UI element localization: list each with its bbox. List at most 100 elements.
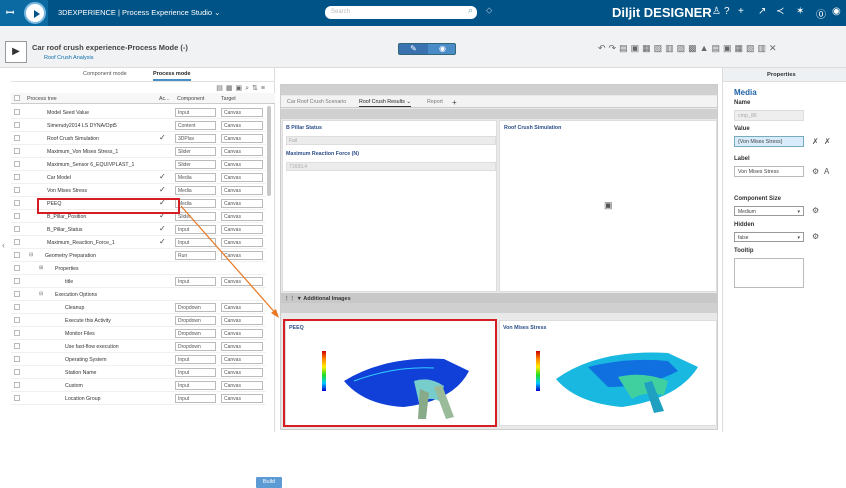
component-select[interactable]: Dropdown — [175, 303, 216, 312]
component-select[interactable]: Run — [175, 251, 216, 260]
value-field[interactable]: {Von Mises Stress} — [734, 136, 804, 147]
row-checkbox[interactable] — [14, 187, 20, 193]
row-name[interactable]: Location Group — [65, 396, 100, 402]
target-select[interactable]: Canvas — [221, 225, 263, 234]
row-checkbox[interactable] — [14, 356, 20, 362]
table-row[interactable]: Use fast-flow execution Dropdown Canvas — [11, 340, 266, 353]
table-row[interactable]: Cleanup Dropdown Canvas — [11, 301, 266, 314]
table-row[interactable]: Maximum_Sensor 6_EQUIVPLAST_1 Slider Canva… — [11, 158, 266, 171]
target-select[interactable]: Canvas — [221, 277, 263, 286]
target-select[interactable]: Canvas — [221, 134, 263, 143]
component-select[interactable]: Slider — [175, 160, 216, 169]
translate-icon[interactable]: A — [824, 167, 829, 176]
additional-images-label[interactable]: ⋮⋮ ▼ Additional Images — [284, 296, 351, 302]
component-size-select[interactable]: Medium ▾ — [734, 206, 804, 216]
row-name[interactable]: Simerudy2014 LS DYNA/Opt5 — [47, 123, 117, 129]
user-icon[interactable]: ♙ — [712, 6, 721, 17]
add-icon[interactable]: + — [738, 6, 744, 17]
header-toolbar[interactable]: ↶↷▤▣▦▧▥▨▩▲▤▣▦▧▥✕ — [598, 43, 780, 54]
row-name[interactable]: Geometry Preparation — [45, 253, 96, 259]
tree-scrollbar[interactable] — [267, 106, 271, 196]
row-name[interactable]: Custom — [65, 383, 83, 389]
target-select[interactable]: Canvas — [221, 238, 263, 247]
component-select[interactable]: Dropdown — [175, 342, 216, 351]
row-name[interactable]: Model Seed Value — [47, 110, 89, 116]
mode-toggle[interactable]: ✎ ◉ — [398, 43, 456, 55]
row-name[interactable]: title — [65, 279, 73, 285]
target-select[interactable]: Canvas — [221, 121, 263, 130]
component-select[interactable]: Input — [175, 355, 216, 364]
tree-toolbar[interactable]: ▤▦▣⌕⇅≡ — [216, 84, 268, 93]
target-select[interactable]: Canvas — [221, 342, 263, 351]
value-link-icon[interactable]: ✗ — [812, 137, 819, 146]
component-select[interactable]: Input — [175, 394, 216, 403]
row-name[interactable]: B_Pillar_Status — [47, 227, 82, 233]
row-checkbox[interactable] — [14, 122, 20, 128]
component-select[interactable]: Input — [175, 225, 216, 234]
component-select[interactable]: Input — [175, 381, 216, 390]
row-checkbox[interactable] — [14, 265, 20, 271]
row-name[interactable]: Von Mises Stress — [47, 188, 87, 194]
target-select[interactable]: Canvas — [221, 199, 263, 208]
table-row[interactable]: Location Group Input Canvas — [11, 392, 266, 405]
component-select[interactable]: Slider — [175, 147, 216, 156]
row-name[interactable]: Maximum_Von Mises Stress_1 — [47, 149, 118, 155]
target-select[interactable]: Canvas — [221, 108, 263, 117]
compass-icon[interactable] — [24, 2, 46, 24]
row-checkbox[interactable] — [14, 252, 20, 258]
target-select[interactable]: Canvas — [221, 316, 263, 325]
component-select[interactable]: Content — [175, 121, 216, 130]
table-row[interactable]: Execute this Activity Dropdown Canvas — [11, 314, 266, 327]
row-checkbox[interactable] — [14, 135, 20, 141]
label-field[interactable]: Von Mises Stress — [734, 166, 804, 177]
row-name[interactable]: Operating System — [65, 357, 107, 363]
row-name[interactable]: Execution Options — [55, 292, 97, 298]
target-select[interactable]: Canvas — [221, 329, 263, 338]
row-checkbox[interactable] — [14, 304, 20, 310]
target-select[interactable]: Canvas — [221, 186, 263, 195]
col-ac[interactable]: Ac... — [159, 96, 170, 102]
table-row[interactable]: title Input Canvas — [11, 275, 266, 288]
max-reaction-force-field[interactable]: 71693.4 — [286, 162, 496, 171]
row-checkbox[interactable] — [14, 330, 20, 336]
edit-mode-icon[interactable]: ✎ — [399, 44, 428, 54]
app-title[interactable]: 3DEXPERIENCE | Process Experience Studio… — [58, 8, 220, 17]
search-icon[interactable]: ⌕ — [468, 5, 473, 16]
col-component[interactable]: Component — [177, 96, 204, 102]
component-select[interactable]: Input — [175, 238, 216, 247]
row-checkbox[interactable] — [14, 343, 20, 349]
row-name[interactable]: Maximum_Reaction_Force_1 — [47, 240, 115, 246]
table-row[interactable]: Station Name Input Canvas — [11, 366, 266, 379]
target-select[interactable]: Canvas — [221, 303, 263, 312]
component-select[interactable]: Media — [175, 173, 216, 182]
table-row[interactable]: ⊞ Properties — [11, 262, 266, 275]
table-row[interactable]: Operating System Input Canvas — [11, 353, 266, 366]
target-select[interactable]: Canvas — [221, 147, 263, 156]
tag-icon[interactable]: ⬦ — [486, 5, 492, 16]
target-select[interactable]: Canvas — [221, 173, 263, 182]
row-name[interactable]: Monitor Files — [65, 331, 95, 337]
component-select[interactable]: Media — [175, 186, 216, 195]
row-name[interactable]: Execute this Activity — [65, 318, 111, 324]
component-select[interactable]: Dropdown — [175, 316, 216, 325]
help-icon[interactable]: ⓪ — [816, 6, 826, 21]
row-name[interactable]: Maximum_Sensor 6_EQUIVPLAST_1 — [47, 162, 134, 168]
row-name[interactable]: Use fast-flow execution — [65, 344, 119, 350]
component-select[interactable]: Slider — [175, 212, 216, 221]
table-row[interactable]: Car Model ✓ Media Canvas — [11, 171, 266, 184]
name-field[interactable]: cmp_86 — [734, 110, 804, 121]
user-name[interactable]: Diljit DESIGNER — [612, 5, 712, 20]
expand-toggle-icon[interactable]: ⊞ — [39, 265, 43, 271]
tab-component-mode[interactable]: Component mode — [83, 71, 127, 77]
component-select[interactable]: Dropdown — [175, 329, 216, 338]
target-select[interactable]: Canvas — [221, 394, 263, 403]
label-settings-icon[interactable]: ⚙ — [812, 167, 819, 176]
value-unlink-icon[interactable]: ✗ — [824, 137, 831, 146]
select-all-checkbox[interactable] — [14, 95, 20, 101]
row-checkbox[interactable] — [14, 213, 20, 219]
row-checkbox[interactable] — [14, 395, 20, 401]
target-select[interactable]: Canvas — [221, 251, 263, 260]
table-row[interactable]: ⊟ Execution Options — [11, 288, 266, 301]
add-tab-icon[interactable]: + — [452, 98, 457, 107]
row-checkbox[interactable] — [14, 278, 20, 284]
